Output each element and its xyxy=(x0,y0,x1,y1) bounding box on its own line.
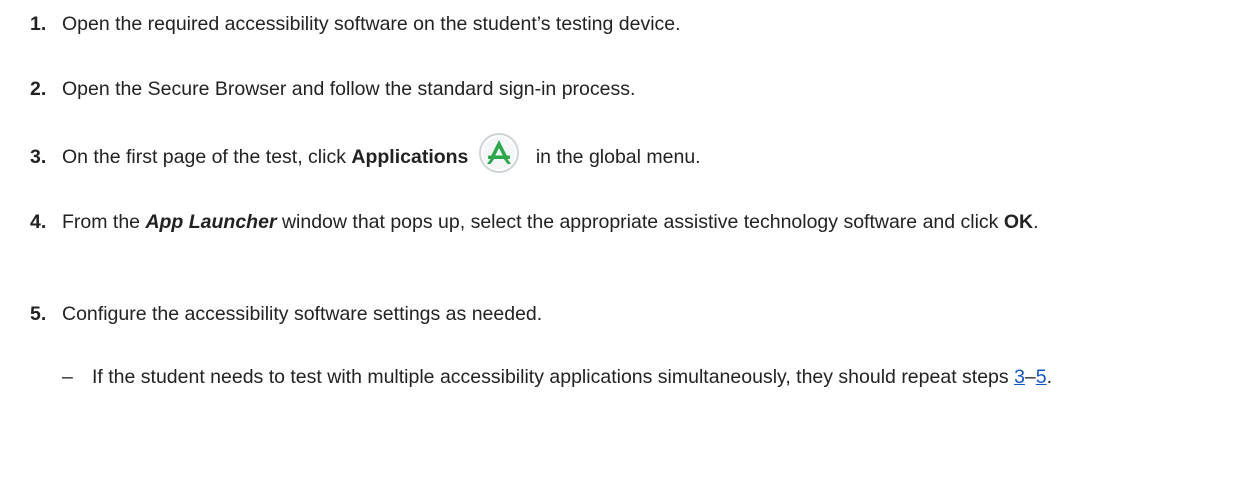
step-text-after: . xyxy=(1033,211,1039,233)
step-text: Open the required accessibility software… xyxy=(62,13,681,35)
substep-dash: – xyxy=(62,366,73,388)
step-text: From the App Launcher window that pops u… xyxy=(62,208,1218,236)
substep-text-after: . xyxy=(1046,366,1053,388)
applications-label: Applications xyxy=(351,146,469,168)
ok-label: OK xyxy=(1003,211,1034,233)
app-launcher-icon xyxy=(476,131,522,175)
step-text: Configure the accessibility software set… xyxy=(62,303,543,325)
step-number: 5. xyxy=(30,303,47,325)
step-3: 3. On the first page of the test, click … xyxy=(30,132,1218,173)
step-3-link[interactable]: 3 xyxy=(1014,366,1025,388)
range-separator: – xyxy=(1024,366,1036,388)
step-2: 2. Open the Secure Browser and follow th… xyxy=(30,75,1218,103)
step-number: 3. xyxy=(30,146,47,168)
step-text-after: in the global menu. xyxy=(530,146,701,168)
step-5: 5. Configure the accessibility software … xyxy=(30,300,1218,328)
step-1: 1. Open the required accessibility softw… xyxy=(30,10,1218,38)
step-number: 2. xyxy=(30,78,47,100)
substep-text-before: If the student needs to test with multip… xyxy=(92,366,1015,388)
app-launcher-label: App Launcher xyxy=(145,211,277,233)
step-text-middle: window that pops up, select the appropri… xyxy=(276,211,1004,233)
step-4: 4. From the App Launcher window that pop… xyxy=(30,208,1218,236)
step-text-before: On the first page of the test, click xyxy=(62,146,352,168)
instructions-document: 1. Open the required accessibility softw… xyxy=(0,0,1238,479)
step-5-link[interactable]: 5 xyxy=(1036,366,1047,388)
substep-multiple-apps: – If the student needs to test with mult… xyxy=(62,363,1178,391)
step-number: 4. xyxy=(30,211,47,233)
substep-text: If the student needs to test with multip… xyxy=(92,363,1178,391)
step-text-before: From the xyxy=(62,211,146,233)
step-number: 1. xyxy=(30,13,47,35)
step-text: Open the Secure Browser and follow the s… xyxy=(62,78,636,100)
step-text: On the first page of the test, click App… xyxy=(62,132,1218,173)
